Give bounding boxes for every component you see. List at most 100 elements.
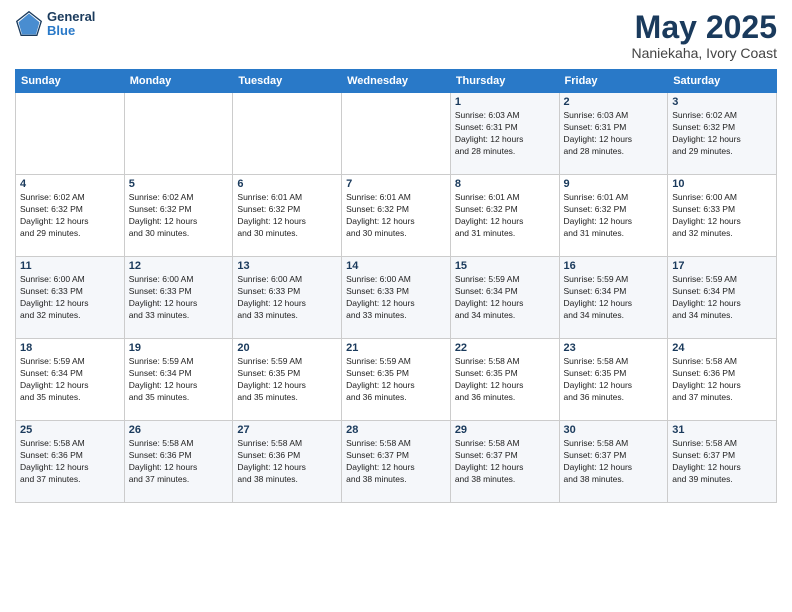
day-cell: 6 Sunrise: 6:01 AMSunset: 6:32 PMDaylight… — [233, 175, 342, 257]
day-cell: 15Sunrise: 5:59 AMSunset: 6:34 PMDayligh… — [450, 257, 559, 339]
day-cell: 24 Sunrise: 5:58 AMSunset: 6:36 PMDayligh… — [668, 339, 777, 421]
month-title: May 2025 — [631, 10, 777, 45]
day-info: Sunrise: 5:58 AMSunset: 6:37 PMDaylight:… — [564, 438, 664, 486]
day-info: Sunrise: 5:59 AMSunset: 6:34 PMDaylight:… — [672, 274, 772, 322]
day-info: Sunrise: 6:03 AMSunset: 6:31 PMDaylight:… — [564, 110, 664, 158]
day-info: Sunrise: 6:02 AMSunset: 6:32 PMDaylight:… — [129, 192, 229, 240]
day-cell: 20 Sunrise: 5:59 AMSunset: 6:35 PMDayligh… — [233, 339, 342, 421]
day-cell: 27 Sunrise: 5:58 AMSunset: 6:36 PMDayligh… — [233, 421, 342, 503]
day-cell: 30 Sunrise: 5:58 AMSunset: 6:37 PMDayligh… — [559, 421, 668, 503]
day-cell: 22 Sunrise: 5:58 AMSunset: 6:35 PMDayligh… — [450, 339, 559, 421]
calendar-body: 1 Sunrise: 6:03 AMSunset: 6:31 PMDaylight… — [16, 93, 777, 503]
day-number: 21 — [346, 342, 446, 354]
day-info: Sunrise: 6:00 AMSunset: 6:33 PMDaylight:… — [20, 274, 120, 322]
day-number: 24 — [672, 342, 772, 354]
day-info: Sunrise: 5:58 AMSunset: 6:36 PMDaylight:… — [672, 356, 772, 404]
day-number: 4 — [20, 178, 120, 190]
day-info: Sunrise: 6:00 AMSunset: 6:33 PMDaylight:… — [237, 274, 337, 322]
logo: General Blue — [15, 10, 95, 39]
weekday-monday: Monday — [124, 70, 233, 93]
day-info: Sunrise: 5:58 AMSunset: 6:35 PMDaylight:… — [455, 356, 555, 404]
day-cell: 8Sunrise: 6:01 AMSunset: 6:32 PMDaylight… — [450, 175, 559, 257]
day-cell — [16, 93, 125, 175]
day-info: Sunrise: 5:58 AMSunset: 6:35 PMDaylight:… — [564, 356, 664, 404]
day-number: 5 — [129, 178, 229, 190]
day-cell: 7 Sunrise: 6:01 AMSunset: 6:32 PMDaylight… — [342, 175, 451, 257]
day-number: 23 — [564, 342, 664, 354]
logo-text: General Blue — [47, 10, 95, 39]
day-cell: 11 Sunrise: 6:00 AMSunset: 6:33 PMDayligh… — [16, 257, 125, 339]
day-number: 27 — [237, 424, 337, 436]
day-cell: 31 Sunrise: 5:58 AMSunset: 6:37 PMDayligh… — [668, 421, 777, 503]
day-number: 6 — [237, 178, 337, 190]
day-info: Sunrise: 5:59 AMSunset: 6:34 PMDaylight:… — [455, 274, 555, 322]
day-cell: 26Sunrise: 5:58 AMSunset: 6:36 PMDayligh… — [124, 421, 233, 503]
day-number: 30 — [564, 424, 664, 436]
day-info: Sunrise: 6:00 AMSunset: 6:33 PMDaylight:… — [346, 274, 446, 322]
day-number: 22 — [455, 342, 555, 354]
weekday-saturday: Saturday — [668, 70, 777, 93]
day-cell: 3Sunrise: 6:02 AMSunset: 6:32 PMDaylight… — [668, 93, 777, 175]
day-number: 25 — [20, 424, 120, 436]
day-cell: 23 Sunrise: 5:58 AMSunset: 6:35 PMDayligh… — [559, 339, 668, 421]
day-cell: 28 Sunrise: 5:58 AMSunset: 6:37 PMDayligh… — [342, 421, 451, 503]
weekday-friday: Friday — [559, 70, 668, 93]
day-cell: 21 Sunrise: 5:59 AMSunset: 6:35 PMDayligh… — [342, 339, 451, 421]
day-number: 29 — [455, 424, 555, 436]
day-number: 31 — [672, 424, 772, 436]
day-info: Sunrise: 6:01 AMSunset: 6:32 PMDaylight:… — [564, 192, 664, 240]
day-cell: 19Sunrise: 5:59 AMSunset: 6:34 PMDayligh… — [124, 339, 233, 421]
day-info: Sunrise: 5:59 AMSunset: 6:35 PMDaylight:… — [237, 356, 337, 404]
day-cell: 9 Sunrise: 6:01 AMSunset: 6:32 PMDaylight… — [559, 175, 668, 257]
day-number: 1 — [455, 96, 555, 108]
day-cell: 16 Sunrise: 5:59 AMSunset: 6:34 PMDayligh… — [559, 257, 668, 339]
day-cell: 29 Sunrise: 5:58 AMSunset: 6:37 PMDayligh… — [450, 421, 559, 503]
weekday-sunday: Sunday — [16, 70, 125, 93]
calendar: SundayMondayTuesdayWednesdayThursdayFrid… — [15, 69, 777, 503]
day-info: Sunrise: 5:58 AMSunset: 6:37 PMDaylight:… — [455, 438, 555, 486]
day-cell: 1Sunrise: 6:03 AMSunset: 6:31 PMDaylight… — [450, 93, 559, 175]
page: General Blue May 2025 Naniekaha, Ivory C… — [0, 0, 792, 612]
weekday-wednesday: Wednesday — [342, 70, 451, 93]
day-info: Sunrise: 5:58 AMSunset: 6:36 PMDaylight:… — [129, 438, 229, 486]
day-info: Sunrise: 5:59 AMSunset: 6:34 PMDaylight:… — [129, 356, 229, 404]
day-number: 18 — [20, 342, 120, 354]
day-cell: 4Sunrise: 6:02 AMSunset: 6:32 PMDaylight… — [16, 175, 125, 257]
day-cell — [124, 93, 233, 175]
day-number: 7 — [346, 178, 446, 190]
day-number: 20 — [237, 342, 337, 354]
day-number: 17 — [672, 260, 772, 272]
logo-blue: Blue — [47, 24, 95, 38]
day-number: 13 — [237, 260, 337, 272]
day-cell: 10 Sunrise: 6:00 AMSunset: 6:33 PMDayligh… — [668, 175, 777, 257]
day-info: Sunrise: 6:01 AMSunset: 6:32 PMDaylight:… — [237, 192, 337, 240]
day-number: 9 — [564, 178, 664, 190]
day-info: Sunrise: 5:58 AMSunset: 6:36 PMDaylight:… — [20, 438, 120, 486]
week-row-2: 11 Sunrise: 6:00 AMSunset: 6:33 PMDayligh… — [16, 257, 777, 339]
day-cell: 5 Sunrise: 6:02 AMSunset: 6:32 PMDaylight… — [124, 175, 233, 257]
weekday-row: SundayMondayTuesdayWednesdayThursdayFrid… — [16, 70, 777, 93]
day-cell: 2Sunrise: 6:03 AMSunset: 6:31 PMDaylight… — [559, 93, 668, 175]
day-info: Sunrise: 5:59 AMSunset: 6:35 PMDaylight:… — [346, 356, 446, 404]
day-info: Sunrise: 5:58 AMSunset: 6:37 PMDaylight:… — [672, 438, 772, 486]
week-row-4: 25 Sunrise: 5:58 AMSunset: 6:36 PMDayligh… — [16, 421, 777, 503]
day-number: 16 — [564, 260, 664, 272]
day-info: Sunrise: 5:58 AMSunset: 6:36 PMDaylight:… — [237, 438, 337, 486]
day-info: Sunrise: 5:59 AMSunset: 6:34 PMDaylight:… — [20, 356, 120, 404]
day-cell: 12Sunrise: 6:00 AMSunset: 6:33 PMDayligh… — [124, 257, 233, 339]
header: General Blue May 2025 Naniekaha, Ivory C… — [15, 10, 777, 61]
day-number: 11 — [20, 260, 120, 272]
title-block: May 2025 Naniekaha, Ivory Coast — [631, 10, 777, 61]
day-info: Sunrise: 6:01 AMSunset: 6:32 PMDaylight:… — [455, 192, 555, 240]
day-info: Sunrise: 6:00 AMSunset: 6:33 PMDaylight:… — [672, 192, 772, 240]
day-cell: 13 Sunrise: 6:00 AMSunset: 6:33 PMDayligh… — [233, 257, 342, 339]
day-cell: 14 Sunrise: 6:00 AMSunset: 6:33 PMDayligh… — [342, 257, 451, 339]
day-info: Sunrise: 6:02 AMSunset: 6:32 PMDaylight:… — [672, 110, 772, 158]
day-info: Sunrise: 5:58 AMSunset: 6:37 PMDaylight:… — [346, 438, 446, 486]
day-number: 10 — [672, 178, 772, 190]
day-number: 28 — [346, 424, 446, 436]
weekday-thursday: Thursday — [450, 70, 559, 93]
day-info: Sunrise: 5:59 AMSunset: 6:34 PMDaylight:… — [564, 274, 664, 322]
day-info: Sunrise: 6:01 AMSunset: 6:32 PMDaylight:… — [346, 192, 446, 240]
day-number: 14 — [346, 260, 446, 272]
